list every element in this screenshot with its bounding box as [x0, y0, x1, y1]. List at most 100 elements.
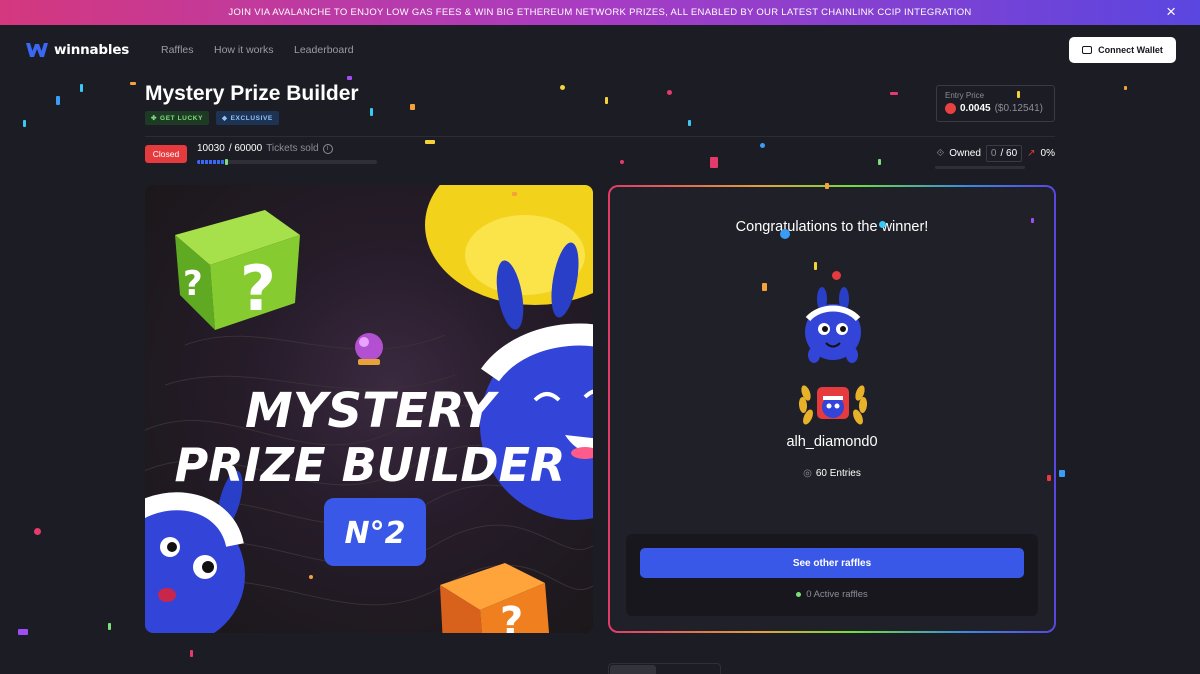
confetti-piece	[560, 85, 565, 90]
logo-text: winnables	[54, 42, 130, 58]
ticket-icon: ⟐	[936, 148, 945, 159]
confetti-piece	[710, 157, 718, 168]
confetti-piece	[1031, 218, 1034, 223]
owned-progress-bar	[935, 166, 1025, 169]
progress-marker	[225, 159, 229, 165]
top-nav: winnables Raffles How it works Leaderboa…	[0, 25, 1200, 77]
confetti-piece	[80, 84, 83, 92]
tickets-label: Tickets sold	[266, 143, 319, 154]
confetti-piece	[18, 629, 28, 635]
winner-username: alh_diamond0	[786, 434, 878, 450]
page-title: Mystery Prize Builder	[145, 82, 359, 105]
active-raffles-status: 0 Active raffles	[626, 589, 1038, 600]
confetti-piece	[108, 623, 111, 630]
divider	[145, 136, 1055, 137]
confetti-piece	[825, 183, 829, 189]
confetti-piece	[832, 271, 841, 280]
laurel-avatar-icon	[798, 385, 868, 425]
hero-line-1: MYSTERY	[245, 383, 499, 439]
status-badge: Closed	[145, 145, 187, 163]
entry-price-label: Entry Price	[945, 91, 985, 100]
info-icon[interactable]: i	[322, 143, 333, 154]
see-other-raffles-button[interactable]: See other raffles	[640, 548, 1024, 578]
entry-price-value: 0.0045 ($0.12541)	[945, 103, 1046, 114]
hero-badge-text: N°2	[345, 516, 406, 551]
tab-active[interactable]	[610, 665, 656, 674]
tag-label: GET LUCKY	[160, 114, 204, 122]
crystal-ball-icon	[355, 333, 383, 365]
confetti-piece	[370, 108, 373, 116]
winnables-logo-icon	[26, 43, 48, 57]
tickets-sold: 10030 / 60000 Tickets sold i	[197, 143, 333, 154]
diamond-icon: ◆	[222, 115, 228, 122]
winner-heading: Congratulations to the winner!	[735, 219, 929, 235]
winner-entries: ◎ 60 Entries	[610, 468, 1054, 479]
confetti-piece	[512, 192, 517, 196]
entries-count: 60 Entries	[815, 468, 861, 479]
green-cube-icon: ? ?	[175, 210, 300, 330]
confetti-piece	[1124, 86, 1127, 90]
svg-text:?: ?	[500, 599, 523, 633]
connect-wallet-button[interactable]: Connect Wallet	[1069, 37, 1176, 63]
announcement-banner: JOIN VIA AVALANCHE TO ENJOY LOW GAS FEES…	[0, 0, 1200, 25]
confetti-piece	[1017, 91, 1020, 98]
owned-count: 0	[990, 148, 997, 159]
n2-badge: N°2	[324, 498, 426, 566]
confetti-piece	[667, 90, 672, 95]
confetti-piece	[620, 160, 624, 164]
tag-label: EXCLUSIVE	[230, 114, 273, 122]
confetti-piece	[814, 262, 817, 270]
winner-card: Congratulations to the winner! alh_diamo…	[608, 185, 1056, 633]
confetti-piece	[605, 97, 608, 104]
connect-wallet-label: Connect Wallet	[1098, 45, 1163, 55]
confetti-piece	[190, 650, 193, 657]
confetti-piece	[878, 159, 881, 165]
owned-tickets: ⟐ Owned 0 / 60 ↗ 0%	[936, 145, 1055, 162]
nav-link-leaderboard[interactable]: Leaderboard	[294, 44, 354, 56]
confetti-piece	[890, 92, 898, 95]
confetti-piece	[879, 221, 886, 228]
tag-exclusive: ◆ EXCLUSIVE	[216, 111, 279, 125]
bottom-tabs[interactable]	[608, 663, 721, 674]
owned-counter: 0 / 60	[985, 145, 1023, 162]
owned-label: Owned	[949, 148, 981, 159]
confetti-piece	[56, 96, 60, 105]
raffle-tags: ✤ GET LUCKY ◆ EXCLUSIVE	[145, 111, 279, 125]
tickets-sold-count: 10030	[197, 143, 225, 154]
tickets-total: / 60000	[228, 143, 263, 154]
prize-image: ? ? ? N°2 MYSTERY PRIZE BUILDER	[145, 185, 593, 633]
owned-max: / 60	[1000, 148, 1018, 159]
nav-link-raffles[interactable]: Raffles	[161, 44, 194, 56]
svg-text:?: ?	[240, 252, 276, 325]
wallet-icon	[1082, 46, 1093, 54]
close-icon[interactable]: ×	[1166, 3, 1176, 21]
tickets-progress-bar	[197, 159, 377, 165]
winner-mascot-icon	[805, 287, 861, 363]
confetti-piece	[1059, 470, 1065, 477]
clover-icon: ✤	[151, 115, 158, 122]
nav-link-how-it-works[interactable]: How it works	[214, 44, 274, 56]
confetti-piece	[309, 575, 313, 579]
logo[interactable]: winnables	[25, 40, 129, 60]
mascot-left-icon	[145, 470, 245, 633]
entry-price-amount: 0.0045	[960, 103, 991, 114]
banner-text: JOIN VIA AVALANCHE TO ENJOY LOW GAS FEES…	[228, 7, 972, 18]
svg-text:?: ?	[183, 264, 203, 304]
other-raffles-panel: See other raffles 0 Active raffles	[626, 534, 1038, 616]
confetti-piece	[130, 82, 136, 85]
confetti-piece	[762, 283, 767, 291]
tag-get-lucky: ✤ GET LUCKY	[145, 111, 210, 125]
confetti-piece	[1047, 475, 1051, 481]
confetti-piece	[425, 140, 435, 144]
progress-fill	[197, 160, 228, 164]
avalanche-icon	[945, 103, 956, 114]
active-raffles-text: 0 Active raffles	[806, 589, 868, 600]
status-dot-icon	[796, 591, 802, 597]
trend-icon: ↗	[1027, 148, 1036, 159]
mystery-prize-artwork: ? ? ? N°2 MYSTERY PRIZE BUILDER	[145, 185, 593, 633]
confetti-piece	[780, 229, 790, 239]
ticket-icon: ◎	[803, 468, 812, 479]
confetti-piece	[410, 104, 415, 110]
confetti-piece	[688, 120, 691, 126]
confetti-piece	[760, 143, 765, 148]
